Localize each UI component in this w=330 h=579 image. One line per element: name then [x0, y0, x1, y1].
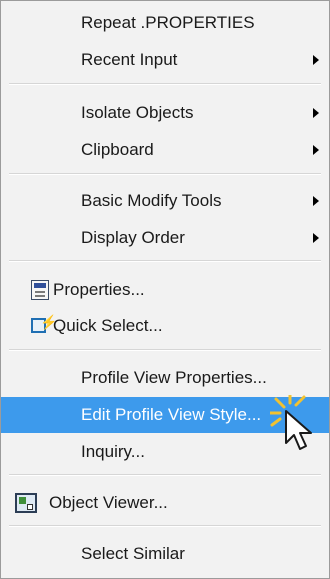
- menu-item-basic-modify-tools[interactable]: Basic Modify Tools: [1, 183, 329, 219]
- menu-item-object-viewer[interactable]: Object Viewer...: [1, 485, 329, 521]
- menu-item-label: Profile View Properties...: [81, 368, 267, 387]
- menu-item-quick-select[interactable]: ⚡ Quick Select...: [1, 308, 329, 344]
- context-menu: Repeat .PROPERTIES Recent Input Isolate …: [0, 0, 330, 579]
- mouse-cursor-icon: [270, 395, 312, 450]
- submenu-arrow-icon: [313, 233, 319, 243]
- quick-select-icon: ⚡: [31, 315, 57, 336]
- menu-item-display-order[interactable]: Display Order: [1, 220, 329, 256]
- menu-item-clipboard[interactable]: Clipboard: [1, 132, 329, 168]
- menu-item-label: Recent Input: [81, 50, 178, 69]
- properties-icon: [31, 280, 49, 300]
- menu-separator: [9, 349, 321, 351]
- menu-separator: [9, 260, 321, 262]
- menu-item-select-similar[interactable]: Select Similar: [1, 536, 329, 572]
- menu-item-profile-view-properties[interactable]: Profile View Properties...: [1, 360, 329, 396]
- menu-item-label: Repeat .PROPERTIES: [81, 13, 255, 32]
- menu-item-label: Clipboard: [81, 140, 154, 159]
- menu-item-label: Select Similar: [81, 544, 185, 563]
- submenu-arrow-icon: [313, 145, 319, 155]
- menu-item-label: Properties...: [53, 280, 145, 299]
- submenu-arrow-icon: [313, 196, 319, 206]
- menu-separator: [9, 525, 321, 527]
- menu-item-label: Isolate Objects: [81, 103, 194, 122]
- object-viewer-icon: [15, 493, 37, 513]
- menu-item-label: Edit Profile View Style...: [81, 405, 262, 424]
- menu-item-properties[interactable]: Properties...: [1, 272, 329, 308]
- menu-separator: [9, 83, 321, 85]
- submenu-arrow-icon: [313, 108, 319, 118]
- menu-item-label: Quick Select...: [53, 316, 163, 335]
- submenu-arrow-icon: [313, 55, 319, 65]
- menu-separator: [9, 173, 321, 175]
- menu-item-label: Inquiry...: [81, 442, 145, 461]
- menu-item-recent-input[interactable]: Recent Input: [1, 42, 329, 78]
- menu-item-label: Object Viewer...: [49, 493, 168, 512]
- menu-item-isolate-objects[interactable]: Isolate Objects: [1, 95, 329, 131]
- menu-item-label: Basic Modify Tools: [81, 191, 222, 210]
- menu-item-repeat-properties[interactable]: Repeat .PROPERTIES: [1, 5, 329, 41]
- menu-separator: [9, 474, 321, 476]
- menu-item-label: Display Order: [81, 228, 185, 247]
